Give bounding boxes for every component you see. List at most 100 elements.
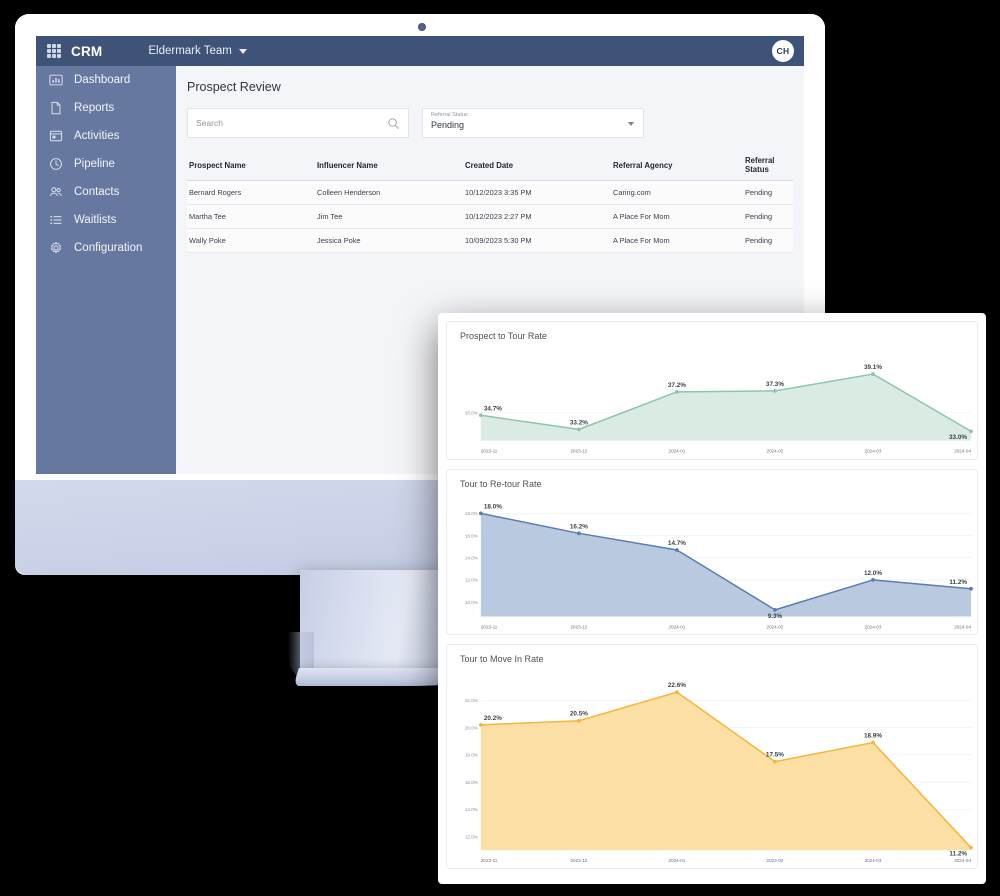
search-input[interactable]: Search — [187, 108, 409, 138]
monitor-stand-neck — [288, 570, 446, 682]
cell-influencer-name: Jessica Poke — [317, 228, 465, 253]
svg-text:20.5%: 20.5% — [570, 711, 588, 718]
cell-influencer-name: Jim Tee — [317, 204, 465, 229]
sidebar-item-activities[interactable]: Activities — [36, 122, 176, 150]
cell-prospect-name: Wally Poke — [187, 228, 317, 253]
sidebar-item-label: Activities — [74, 130, 120, 142]
chart-card-prospect-to-tour: Prospect to Tour Rate 35.0% 34.7% 33.2% 37.… — [446, 321, 978, 460]
sidebar-item-contacts[interactable]: Contacts — [36, 178, 176, 206]
svg-text:12.0%: 12.0% — [465, 834, 478, 839]
column-header[interactable]: Influencer Name — [317, 150, 465, 181]
document-icon — [49, 101, 63, 115]
webcam-icon — [418, 23, 426, 31]
cell-prospect-name: Bernard Rogers — [187, 180, 317, 205]
svg-text:14.7%: 14.7% — [668, 540, 686, 547]
search-icon[interactable] — [387, 117, 400, 130]
table-header-row: Prospect Name Influencer Name Created Da… — [187, 150, 793, 181]
tour-to-retour-rate-chart[interactable]: 18.0% 16.0% 14.0% 12.0% 10.0% 18.0% 16.2% 14.7%… — [447, 489, 977, 634]
column-header[interactable]: Created Date — [465, 150, 613, 181]
screenshot-stage: CRM Eldermark Team CH Dashboard Reports … — [0, 0, 1000, 896]
table-row[interactable]: Martha Tee Jim Tee 10/12/2023 2:27 PM A … — [187, 204, 793, 229]
svg-text:2024-04: 2024-04 — [954, 449, 971, 454]
cell-created-date: 10/12/2023 3:35 PM — [465, 180, 613, 205]
prospect-to-tour-rate-chart[interactable]: 35.0% 34.7% 33.2% 37.2% 37.3% 39.1% 33.0% 2023-… — [447, 341, 977, 459]
sidebar-item-label: Waitlists — [74, 214, 117, 226]
svg-text:11.2%: 11.2% — [949, 851, 967, 858]
svg-text:18.0%: 18.0% — [465, 511, 478, 516]
svg-text:2024-04: 2024-04 — [954, 858, 971, 863]
svg-text:16.2%: 16.2% — [570, 523, 588, 530]
cell-created-date: 10/12/2023 2:27 PM — [465, 204, 613, 229]
sidebar-item-label: Contacts — [74, 186, 120, 198]
filter-bar: Search Referral Status Pending — [187, 108, 647, 138]
cell-referral-agency: A Place For Mom — [613, 204, 745, 229]
svg-text:2023-11: 2023-11 — [481, 624, 498, 629]
svg-text:2023-12: 2023-12 — [570, 858, 587, 863]
svg-text:2024-01: 2024-01 — [669, 858, 686, 863]
svg-text:2024-03: 2024-03 — [865, 624, 882, 629]
svg-text:18.0%: 18.0% — [484, 503, 502, 510]
svg-text:12.0%: 12.0% — [864, 569, 882, 576]
svg-text:2023-11: 2023-11 — [481, 449, 498, 454]
avatar[interactable]: CH — [772, 40, 794, 62]
sidebar-item-reports[interactable]: Reports — [36, 94, 176, 122]
svg-text:16.0%: 16.0% — [465, 780, 478, 785]
cell-referral-status: Pending — [745, 228, 793, 253]
app-brand-title: CRM — [71, 43, 103, 59]
svg-text:2024-02: 2024-02 — [767, 624, 784, 629]
cell-referral-status: Pending — [745, 204, 793, 229]
sidebar-item-label: Dashboard — [74, 74, 131, 86]
grid-icon[interactable] — [47, 44, 61, 58]
cell-referral-agency: A Place For Mom — [613, 228, 745, 253]
svg-text:22.6%: 22.6% — [668, 682, 686, 689]
chart-title: Tour to Move In Rate — [460, 653, 544, 664]
svg-text:16.0%: 16.0% — [465, 533, 478, 538]
svg-text:10.0%: 10.0% — [465, 599, 478, 604]
svg-text:9.3%: 9.3% — [768, 612, 783, 619]
svg-text:2024-03: 2024-03 — [865, 449, 882, 454]
team-selector[interactable]: Eldermark Team — [148, 45, 247, 57]
svg-text:34.7%: 34.7% — [484, 405, 502, 412]
prospect-table: Prospect Name Influencer Name Created Da… — [187, 150, 793, 253]
calendar-window-icon — [49, 129, 63, 143]
column-header[interactable]: Referral Agency — [613, 150, 745, 181]
chart-card-tour-to-movein: Tour to Move In Rate 22.0% 20.0% 18.0% 16.0… — [446, 643, 978, 870]
sidebar-item-label: Pipeline — [74, 158, 115, 170]
sidebar-item-waitlists[interactable]: Waitlists — [36, 206, 176, 234]
svg-text:14.0%: 14.0% — [465, 555, 478, 560]
svg-text:2023-12: 2023-12 — [570, 449, 587, 454]
column-header[interactable]: Referral Status — [745, 150, 793, 181]
cell-created-date: 10/09/2023 5:30 PM — [465, 228, 613, 253]
referral-status-value: Pending — [431, 120, 465, 130]
cell-referral-agency: Caring.com — [613, 180, 745, 205]
table-row[interactable]: Wally Poke Jessica Poke 10/09/2023 5:30 … — [187, 228, 793, 253]
chevron-down-icon — [628, 122, 634, 126]
sidebar: Dashboard Reports Activities Pipeline Co… — [36, 66, 176, 474]
svg-text:12.0%: 12.0% — [465, 577, 478, 582]
sidebar-item-pipeline[interactable]: Pipeline — [36, 150, 176, 178]
analytics-panel: Prospect to Tour Rate 35.0% 34.7% 33.2% 37.… — [438, 313, 986, 884]
svg-text:2024-03: 2024-03 — [865, 858, 882, 863]
svg-text:33.0%: 33.0% — [949, 434, 967, 441]
column-header[interactable]: Prospect Name — [187, 150, 317, 181]
svg-text:2024-02: 2024-02 — [767, 449, 784, 454]
sidebar-item-dashboard[interactable]: Dashboard — [36, 66, 176, 94]
table-row[interactable]: Bernard Rogers Colleen Henderson 10/12/2… — [187, 180, 793, 205]
referral-status-label: Referral Status — [431, 112, 468, 118]
sidebar-item-label: Reports — [74, 102, 115, 114]
tour-to-move-in-rate-chart[interactable]: 22.0% 20.0% 18.0% 16.0% 14.0% 12.0% 20.2% 20.5%… — [447, 664, 977, 868]
bar-chart-icon — [49, 73, 63, 87]
svg-text:20.0%: 20.0% — [465, 725, 478, 730]
sidebar-item-configuration[interactable]: Configuration — [36, 234, 176, 262]
svg-text:2024-02: 2024-02 — [767, 858, 784, 863]
svg-text:2023-12: 2023-12 — [570, 624, 587, 629]
people-icon — [49, 185, 63, 199]
cell-referral-status: Pending — [745, 180, 793, 205]
chart-title: Tour to Re-tour Rate — [460, 478, 542, 489]
svg-text:18.9%: 18.9% — [864, 733, 882, 740]
svg-text:14.0%: 14.0% — [465, 807, 478, 812]
clock-icon — [49, 157, 63, 171]
referral-status-select[interactable]: Referral Status Pending — [422, 108, 644, 138]
svg-text:2024-04: 2024-04 — [954, 624, 971, 629]
svg-text:33.2%: 33.2% — [570, 419, 588, 426]
